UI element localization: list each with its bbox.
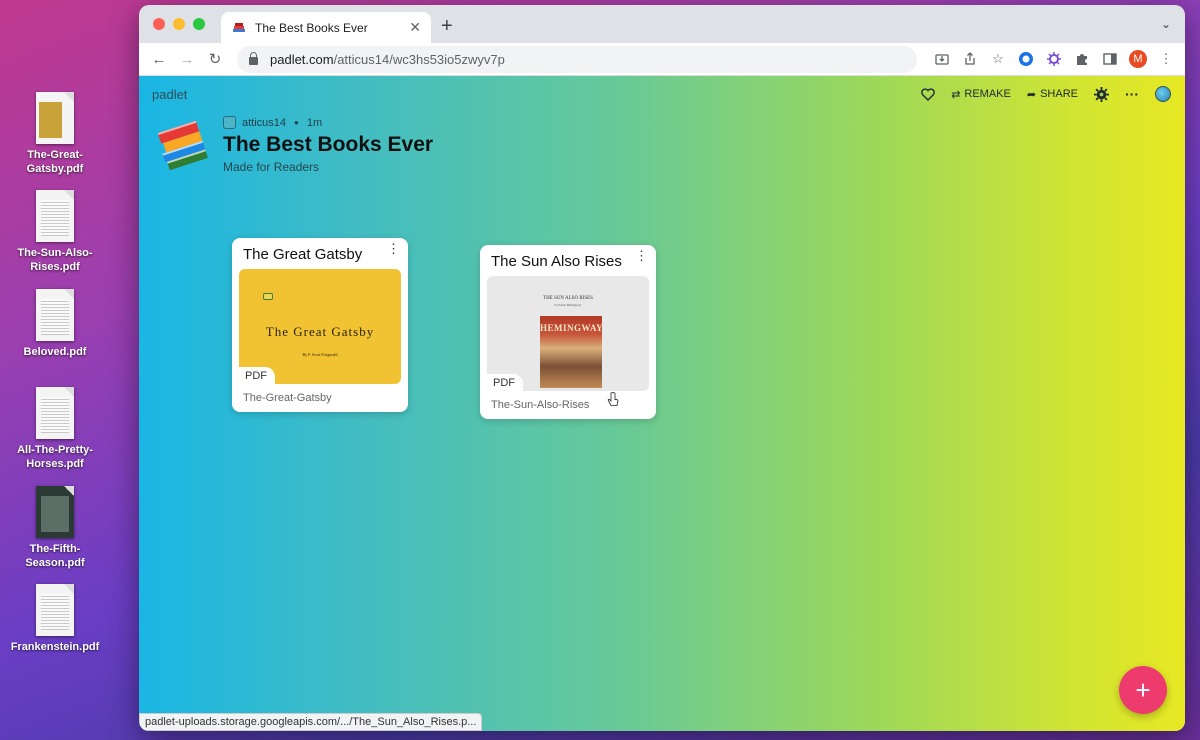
- remake-label: REMAKE: [964, 88, 1011, 100]
- separator-dot-icon: ●: [294, 118, 299, 127]
- pdf-file-icon: [36, 584, 74, 636]
- minimize-window-button[interactable]: [173, 18, 185, 30]
- time-ago: 1m: [306, 116, 323, 129]
- desktop-file-label: All-The-Pretty- Horses.pdf: [17, 444, 93, 470]
- desktop-file-sun-also-rises[interactable]: The-Sun-Also- Rises.pdf: [0, 190, 110, 274]
- close-tab-icon[interactable]: ✕: [409, 19, 421, 36]
- post-title: The Great Gatsby: [243, 246, 363, 263]
- url-path: /atticus14/wc3hs53io5zwyv7p: [333, 51, 505, 67]
- extension-sparkle-icon[interactable]: [1045, 50, 1063, 68]
- share-arrow-icon: ➦: [1026, 88, 1037, 101]
- lock-icon: [249, 52, 258, 65]
- desktop-file-label: The-Sun-Also- Rises.pdf: [17, 247, 93, 273]
- reload-icon[interactable]: ↻: [201, 50, 229, 68]
- hand-cursor-icon: [607, 392, 619, 408]
- side-panel-icon[interactable]: [1101, 50, 1119, 68]
- cover-byline: By F. Scott Fitzgerald: [302, 352, 338, 357]
- cover-title: The Great Gatsby: [265, 324, 375, 339]
- browser-menu-icon[interactable]: ⋮: [1157, 50, 1175, 68]
- padlet-logo[interactable]: padlet: [152, 87, 187, 102]
- user-avatar[interactable]: [1155, 86, 1171, 102]
- extensions-puzzle-icon[interactable]: [1073, 50, 1091, 68]
- settings-gear-icon[interactable]: [1094, 86, 1109, 102]
- tab-strip: The Best Books Ever ✕ + ⌄: [139, 5, 1185, 43]
- address-bar[interactable]: padlet.com/atticus14/wc3hs53io5zwyv7p: [237, 45, 917, 73]
- desktop-file-great-gatsby[interactable]: The-Great- Gatsby.pdf: [0, 92, 110, 176]
- author-avatar: [223, 116, 236, 129]
- desktop-file-label: The-Fifth- Season.pdf: [25, 543, 85, 569]
- books-favicon-icon: [231, 20, 247, 36]
- pdf-file-icon: [36, 92, 74, 144]
- status-bar-url: padlet-uploads.storage.googleapis.com/..…: [139, 713, 483, 731]
- bookmark-star-icon[interactable]: ☆: [989, 50, 1007, 68]
- desktop-file-beloved[interactable]: Beloved.pdf: [0, 289, 110, 359]
- post-card[interactable]: The Sun Also Rises ⋮ THE SUN ALSO RISES …: [480, 245, 656, 419]
- tab-active[interactable]: The Best Books Ever ✕: [221, 12, 431, 43]
- heart-icon[interactable]: [921, 87, 935, 101]
- cover-author: HEMINGWAY: [540, 323, 604, 333]
- remake-button[interactable]: ⇄ REMAKE: [951, 88, 1011, 101]
- desktop-file-frankenstein[interactable]: Frankenstein.pdf: [0, 584, 110, 654]
- tab-search-icon[interactable]: ⌄: [1161, 17, 1171, 31]
- share-button[interactable]: ➦ SHARE: [1027, 88, 1078, 101]
- speech-bubble-icon: [263, 293, 273, 300]
- tab-title: The Best Books Ever: [255, 20, 368, 35]
- new-tab-button[interactable]: +: [441, 15, 453, 38]
- board-meta: atticus14 ● 1m: [223, 116, 322, 129]
- url-host: padlet.com: [270, 51, 334, 67]
- install-app-icon[interactable]: [933, 50, 951, 68]
- desktop-file-all-the-pretty-horses[interactable]: All-The-Pretty- Horses.pdf: [0, 387, 110, 471]
- close-window-button[interactable]: [153, 18, 165, 30]
- maximize-window-button[interactable]: [193, 18, 205, 30]
- desktop-file-label: Frankenstein.pdf: [10, 641, 100, 653]
- browser-window: The Best Books Ever ✕ + ⌄ ← → ↻ padlet.c…: [139, 5, 1185, 731]
- post-card[interactable]: The Great Gatsby ⋮ The Great Gatsby By F…: [232, 238, 408, 412]
- board-subtitle: Made for Readers: [223, 160, 320, 174]
- share-icon[interactable]: [961, 50, 979, 68]
- post-menu-icon[interactable]: ⋮: [635, 249, 648, 262]
- attachment-name: The-Great-Gatsby: [243, 392, 332, 404]
- extension-icon[interactable]: [1017, 50, 1035, 68]
- file-type-badge: PDF: [239, 367, 275, 384]
- desktop-file-label: The-Great- Gatsby.pdf: [26, 149, 84, 175]
- add-post-button[interactable]: +: [1119, 666, 1167, 714]
- desktop-file-fifth-season[interactable]: The-Fifth- Season.pdf: [0, 486, 110, 570]
- desktop-file-label: Beloved.pdf: [23, 346, 87, 358]
- pdf-preview[interactable]: THE SUN ALSO RISES by Ernest Hemingway H…: [487, 276, 649, 391]
- post-menu-icon[interactable]: ⋮: [387, 242, 400, 255]
- cover-byline: by Ernest Hemingway: [554, 303, 582, 307]
- pdf-preview[interactable]: The Great Gatsby By F. Scott Fitzgerald …: [239, 269, 401, 384]
- pdf-file-icon: [36, 190, 74, 242]
- board-actions: ⇄ REMAKE ➦ SHARE ···: [921, 86, 1171, 102]
- back-icon[interactable]: ←: [145, 51, 173, 68]
- browser-toolbar: ← → ↻ padlet.com/atticus14/wc3hs53io5zwy…: [139, 43, 1185, 76]
- author-name[interactable]: atticus14: [242, 117, 286, 129]
- file-type-badge: PDF: [487, 374, 523, 391]
- pdf-file-icon: [36, 387, 74, 439]
- padlet-board: padlet ⇄ REMAKE ➦ SHARE ··· atticus14 ● …: [139, 76, 1185, 731]
- profile-avatar[interactable]: M: [1129, 50, 1147, 68]
- share-label: SHARE: [1040, 88, 1078, 100]
- forward-icon[interactable]: →: [173, 51, 201, 68]
- more-options-icon[interactable]: ···: [1125, 86, 1139, 102]
- pdf-file-icon: [36, 289, 74, 341]
- post-title: The Sun Also Rises: [491, 253, 622, 270]
- board-title: The Best Books Ever: [223, 133, 434, 156]
- cover-title: THE SUN ALSO RISES: [543, 296, 593, 301]
- board-icon-books: [155, 116, 211, 174]
- attachment-name: The-Sun-Also-Rises: [491, 399, 590, 411]
- book-cover-image: HEMINGWAY: [540, 316, 604, 388]
- remake-icon: ⇄: [951, 88, 961, 101]
- pdf-file-icon: [36, 486, 74, 538]
